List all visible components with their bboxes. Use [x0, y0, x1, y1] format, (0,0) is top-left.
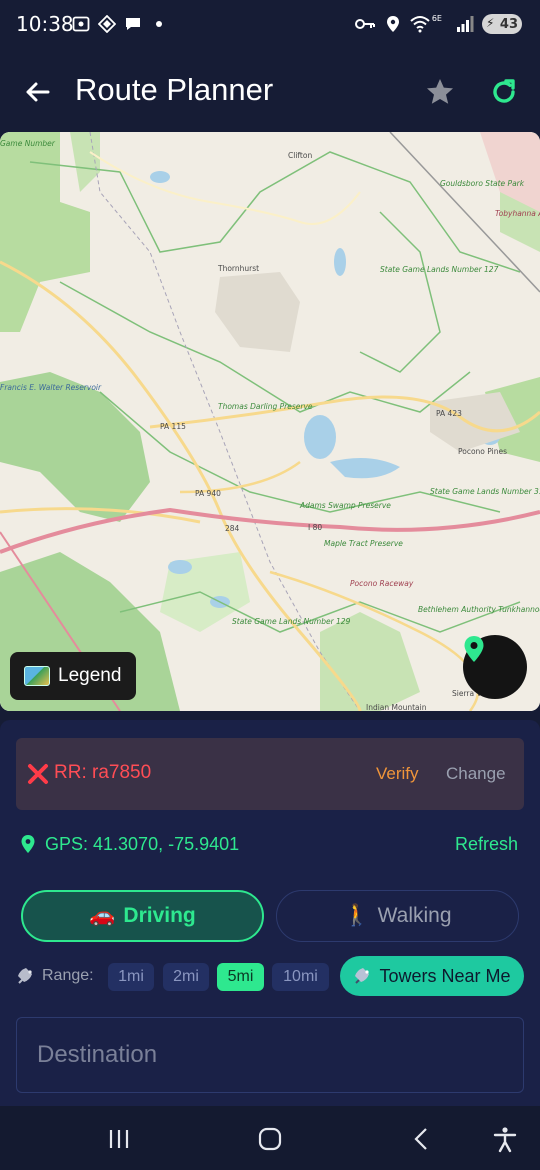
map-label-sgl129: State Game Lands Number 129	[232, 617, 351, 626]
towers-label: Towers Near Me	[379, 965, 511, 986]
cross-mark-icon	[28, 764, 48, 784]
car-icon: 🚗	[89, 904, 116, 927]
range-chip-1mi[interactable]: 1mi	[108, 963, 154, 991]
map-label-thomas: Thomas Darling Preserve	[218, 402, 313, 411]
rr-status-card: RR: ra7850 Verify Change	[16, 738, 524, 810]
status-time: 10:38	[16, 12, 74, 36]
map-label-game-number: Game Number	[0, 139, 56, 148]
driving-label: Driving	[123, 904, 196, 927]
legend-button[interactable]: Legend	[10, 652, 136, 700]
destination-input[interactable]	[16, 1017, 524, 1093]
range-chip-10mi[interactable]: 10mi	[272, 963, 329, 991]
map-label-pocono-pines: Pocono Pines	[458, 447, 507, 456]
back-chevron-icon[interactable]	[407, 1124, 437, 1154]
battery-icon: ⚡ 43	[482, 14, 522, 34]
route-panel: RR: ra7850 Verify Change GPS: 41.3070, -…	[0, 720, 540, 1106]
map-label-pa115: PA 115	[160, 422, 186, 431]
verify-button[interactable]: Verify	[376, 764, 419, 784]
status-left-icons	[72, 15, 162, 33]
walking-person-icon: 🚶	[343, 904, 370, 927]
towers-near-me-button[interactable]: Towers Near Me	[340, 956, 524, 996]
location-icon	[386, 16, 399, 32]
map-canvas[interactable]: Game Number Clifton Gouldsboro State Par…	[0, 132, 540, 711]
page-title: Route Planner	[75, 72, 274, 107]
key-icon	[354, 19, 375, 29]
range-chip-5mi[interactable]: 5mi	[217, 963, 264, 991]
map-label-pocono-raceway: Pocono Raceway	[350, 579, 414, 588]
map-label-pa423: PA 423	[436, 409, 462, 418]
gps-coordinates: GPS: 41.3070, -75.9401	[45, 834, 240, 854]
gps-refresh-button[interactable]: Refresh	[455, 834, 518, 855]
notification-dot	[156, 21, 162, 27]
charging-bolt-icon: ⚡	[486, 16, 495, 30]
status-right-icons: 6E ⚡ 43	[354, 14, 522, 34]
satellite-antenna-icon	[18, 968, 32, 984]
map-label-adams: Adams Swamp Preserve	[299, 501, 391, 510]
range-label: Range:	[42, 967, 94, 984]
map-label-i80: I 80	[308, 523, 322, 532]
location-pin-icon	[21, 835, 35, 853]
screenshot-icon	[72, 16, 90, 32]
diamond-app-icon	[98, 15, 116, 33]
refresh-icon[interactable]	[488, 76, 520, 108]
satellite-antenna-icon	[355, 968, 370, 984]
network-type: 6E	[431, 13, 442, 23]
location-pin-icon	[464, 636, 484, 662]
range-row: Range: 1mi 2mi 5mi 10mi Towers Near Me	[16, 956, 526, 996]
map-label-thornhurst: Thornhurst	[217, 264, 259, 273]
map-label-tobyhanna: Tobyhanna Army Depot	[495, 209, 540, 218]
map-label-francis: Francis E. Walter Reservoir	[0, 383, 102, 392]
driving-mode-button[interactable]: 🚗 Driving	[21, 890, 264, 942]
map-label-gouldsboro: Gouldsboro State Park	[440, 179, 525, 188]
app-bar: Route Planner	[0, 52, 540, 132]
recents-icon[interactable]	[104, 1124, 134, 1154]
back-arrow-icon[interactable]	[20, 74, 56, 110]
change-button[interactable]: Change	[446, 764, 506, 784]
battery-level: 43	[499, 16, 518, 32]
star-icon[interactable]	[424, 76, 456, 108]
status-bar: 10:38 6E ⚡ 43	[0, 0, 540, 52]
map-label-i80b: 284	[225, 524, 240, 533]
rr-label: RR: ra7850	[54, 762, 152, 783]
map-label-indian: Indian Mountain	[366, 703, 427, 711]
map-label-sgl316: State Game Lands Number 316	[430, 487, 540, 496]
signal-icon	[457, 16, 474, 32]
walking-label: Walking	[377, 904, 452, 927]
home-icon[interactable]	[255, 1124, 285, 1154]
map-picture-icon	[24, 666, 50, 686]
map-label-clifton: Clifton	[288, 151, 312, 160]
locate-me-button[interactable]	[463, 635, 527, 699]
range-chip-2mi[interactable]: 2mi	[163, 963, 209, 991]
wifi-icon	[410, 16, 430, 33]
map-label-sgl127: State Game Lands Number 127	[380, 265, 499, 274]
map-label-maple: Maple Tract Preserve	[324, 539, 403, 548]
legend-label: Legend	[58, 665, 122, 686]
map-label-bethlehem: Bethlehem Authority Tunkhannock	[418, 605, 540, 614]
gps-row: GPS: 41.3070, -75.9401 Refresh	[18, 832, 522, 860]
walking-mode-button[interactable]: 🚶 Walking	[276, 890, 519, 942]
map-label-pa940: PA 940	[195, 489, 221, 498]
map-view[interactable]: Game Number Clifton Gouldsboro State Par…	[0, 132, 540, 711]
accessibility-icon[interactable]	[490, 1124, 520, 1154]
system-nav-bar	[0, 1106, 540, 1170]
chat-bubble-icon	[126, 18, 140, 30]
